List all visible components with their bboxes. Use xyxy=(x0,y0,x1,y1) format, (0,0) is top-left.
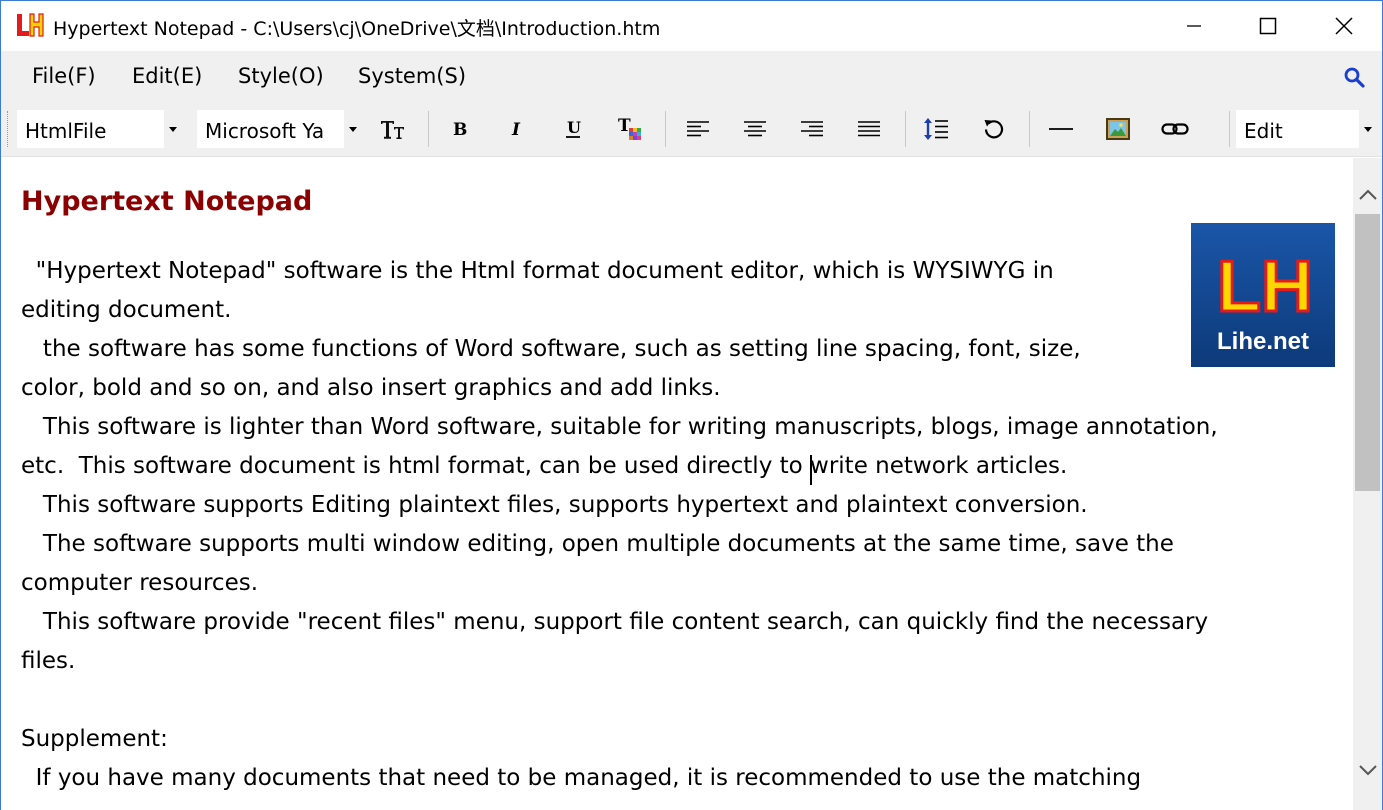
svg-text:I: I xyxy=(511,120,521,139)
underline-button[interactable]: U xyxy=(555,111,591,147)
document-line: color, bold and so on, and also insert g… xyxy=(21,375,721,401)
maximize-button[interactable] xyxy=(1230,1,1306,51)
align-left-button[interactable] xyxy=(680,111,716,147)
minimize-button[interactable] xyxy=(1156,1,1232,51)
insert-link-button[interactable] xyxy=(1157,111,1193,147)
align-right-icon xyxy=(801,121,823,137)
toolbar-separator xyxy=(1229,111,1230,147)
undo-icon xyxy=(984,120,1004,139)
bold-icon: B xyxy=(453,120,467,139)
bold-button[interactable]: B xyxy=(441,111,477,147)
align-left-icon xyxy=(687,121,709,137)
document-line: If you have many documents that need to … xyxy=(21,765,1142,791)
document-line: the software has some functions of Word … xyxy=(21,336,1081,362)
toolbar-separator xyxy=(1029,111,1030,147)
document-line: editing document. xyxy=(21,297,232,323)
line-spacing-icon xyxy=(924,118,948,140)
insert-image-icon xyxy=(1106,118,1130,140)
svg-text:B: B xyxy=(453,120,467,139)
line-spacing-button[interactable] xyxy=(918,111,954,147)
align-center-icon xyxy=(744,121,766,137)
document-line: The software supports multi window editi… xyxy=(21,531,1174,557)
chevron-down-icon[interactable] xyxy=(164,110,182,148)
menu-style[interactable]: Style(O) xyxy=(238,64,324,88)
document-line: computer resources. xyxy=(21,570,259,596)
chevron-down-icon xyxy=(1358,764,1377,775)
toolbar: HtmlFile Microsoft Ya B I U T Edit xyxy=(1,101,1382,157)
logo-text: Lihe.net xyxy=(1217,328,1309,355)
horizontal-rule-icon xyxy=(1049,128,1073,130)
document-line: Supplement: xyxy=(21,726,168,752)
close-icon xyxy=(1335,17,1353,35)
document-line: files. xyxy=(21,648,76,674)
toolbar-separator xyxy=(428,111,429,147)
insert-image-button[interactable] xyxy=(1100,111,1136,147)
undo-button[interactable] xyxy=(976,111,1012,147)
document-line: This software supports Editing plaintext… xyxy=(21,492,1088,518)
file-type-value: HtmlFile xyxy=(25,119,107,143)
menu-bar: File(F) Edit(E) Style(O) System(S) xyxy=(1,51,1382,101)
justify-icon xyxy=(858,121,880,137)
app-logo-icon xyxy=(15,12,45,38)
scroll-up-button[interactable] xyxy=(1353,182,1382,206)
chevron-down-icon[interactable] xyxy=(344,110,362,148)
menu-edit[interactable]: Edit(E) xyxy=(132,64,202,88)
lihe-logo: LH Lihe.net xyxy=(1191,223,1335,367)
menu-file[interactable]: File(F) xyxy=(32,64,96,88)
text-caret xyxy=(810,455,812,485)
scroll-down-button[interactable] xyxy=(1353,758,1382,782)
mode-value: Edit xyxy=(1244,119,1283,143)
document-editor[interactable]: Hypertext Notepad LH Lihe.net "Hypertext… xyxy=(1,158,1353,810)
toolbar-separator xyxy=(905,111,906,147)
font-color-icon: T xyxy=(618,116,641,140)
logo-letters: LH xyxy=(1217,247,1313,327)
svg-text:U: U xyxy=(567,118,581,137)
chevron-down-icon[interactable] xyxy=(1359,110,1377,148)
font-name-select[interactable]: Microsoft Ya xyxy=(196,109,363,149)
toolbar-grip[interactable] xyxy=(7,111,10,147)
font-size-button[interactable] xyxy=(375,111,411,147)
document-line: This software provide "recent files" men… xyxy=(21,609,1209,635)
menu-system[interactable]: System(S) xyxy=(358,64,466,88)
title-bar: Hypertext Notepad - C:\Users\cj\OneDrive… xyxy=(1,1,1382,51)
font-color-button[interactable]: T xyxy=(612,111,648,147)
mode-select[interactable]: Edit xyxy=(1235,109,1378,149)
align-center-button[interactable] xyxy=(737,111,773,147)
italic-icon: I xyxy=(511,120,521,139)
app-window: Hypertext Notepad - C:\Users\cj\OneDrive… xyxy=(0,0,1383,810)
horizontal-rule-button[interactable] xyxy=(1043,111,1079,147)
file-type-select[interactable]: HtmlFile xyxy=(16,109,183,149)
maximize-icon xyxy=(1259,17,1277,35)
chevron-up-icon xyxy=(1358,189,1377,200)
close-button[interactable] xyxy=(1306,1,1382,51)
document-line: "Hypertext Notepad" software is the Html… xyxy=(21,258,1054,284)
minimize-icon xyxy=(1187,25,1201,27)
window-title: Hypertext Notepad - C:\Users\cj\OneDrive… xyxy=(53,18,661,40)
justify-button[interactable] xyxy=(851,111,887,147)
font-name-value: Microsoft Ya xyxy=(205,119,325,143)
insert-link-icon xyxy=(1161,123,1189,135)
underline-icon: U xyxy=(566,118,581,138)
italic-button[interactable]: I xyxy=(498,111,534,147)
scrollbar-thumb[interactable] xyxy=(1355,214,1380,491)
lihe-logo-icon: LH Lihe.net xyxy=(1216,246,1315,356)
document-line: This software is lighter than Word softw… xyxy=(21,414,1218,440)
search-icon[interactable] xyxy=(1342,65,1366,89)
document-heading: Hypertext Notepad xyxy=(21,186,313,217)
font-size-icon xyxy=(381,121,404,139)
document-line: etc. This software document is html form… xyxy=(21,453,1068,479)
align-right-button[interactable] xyxy=(794,111,830,147)
vertical-scrollbar[interactable] xyxy=(1353,158,1382,810)
toolbar-separator xyxy=(665,111,666,147)
